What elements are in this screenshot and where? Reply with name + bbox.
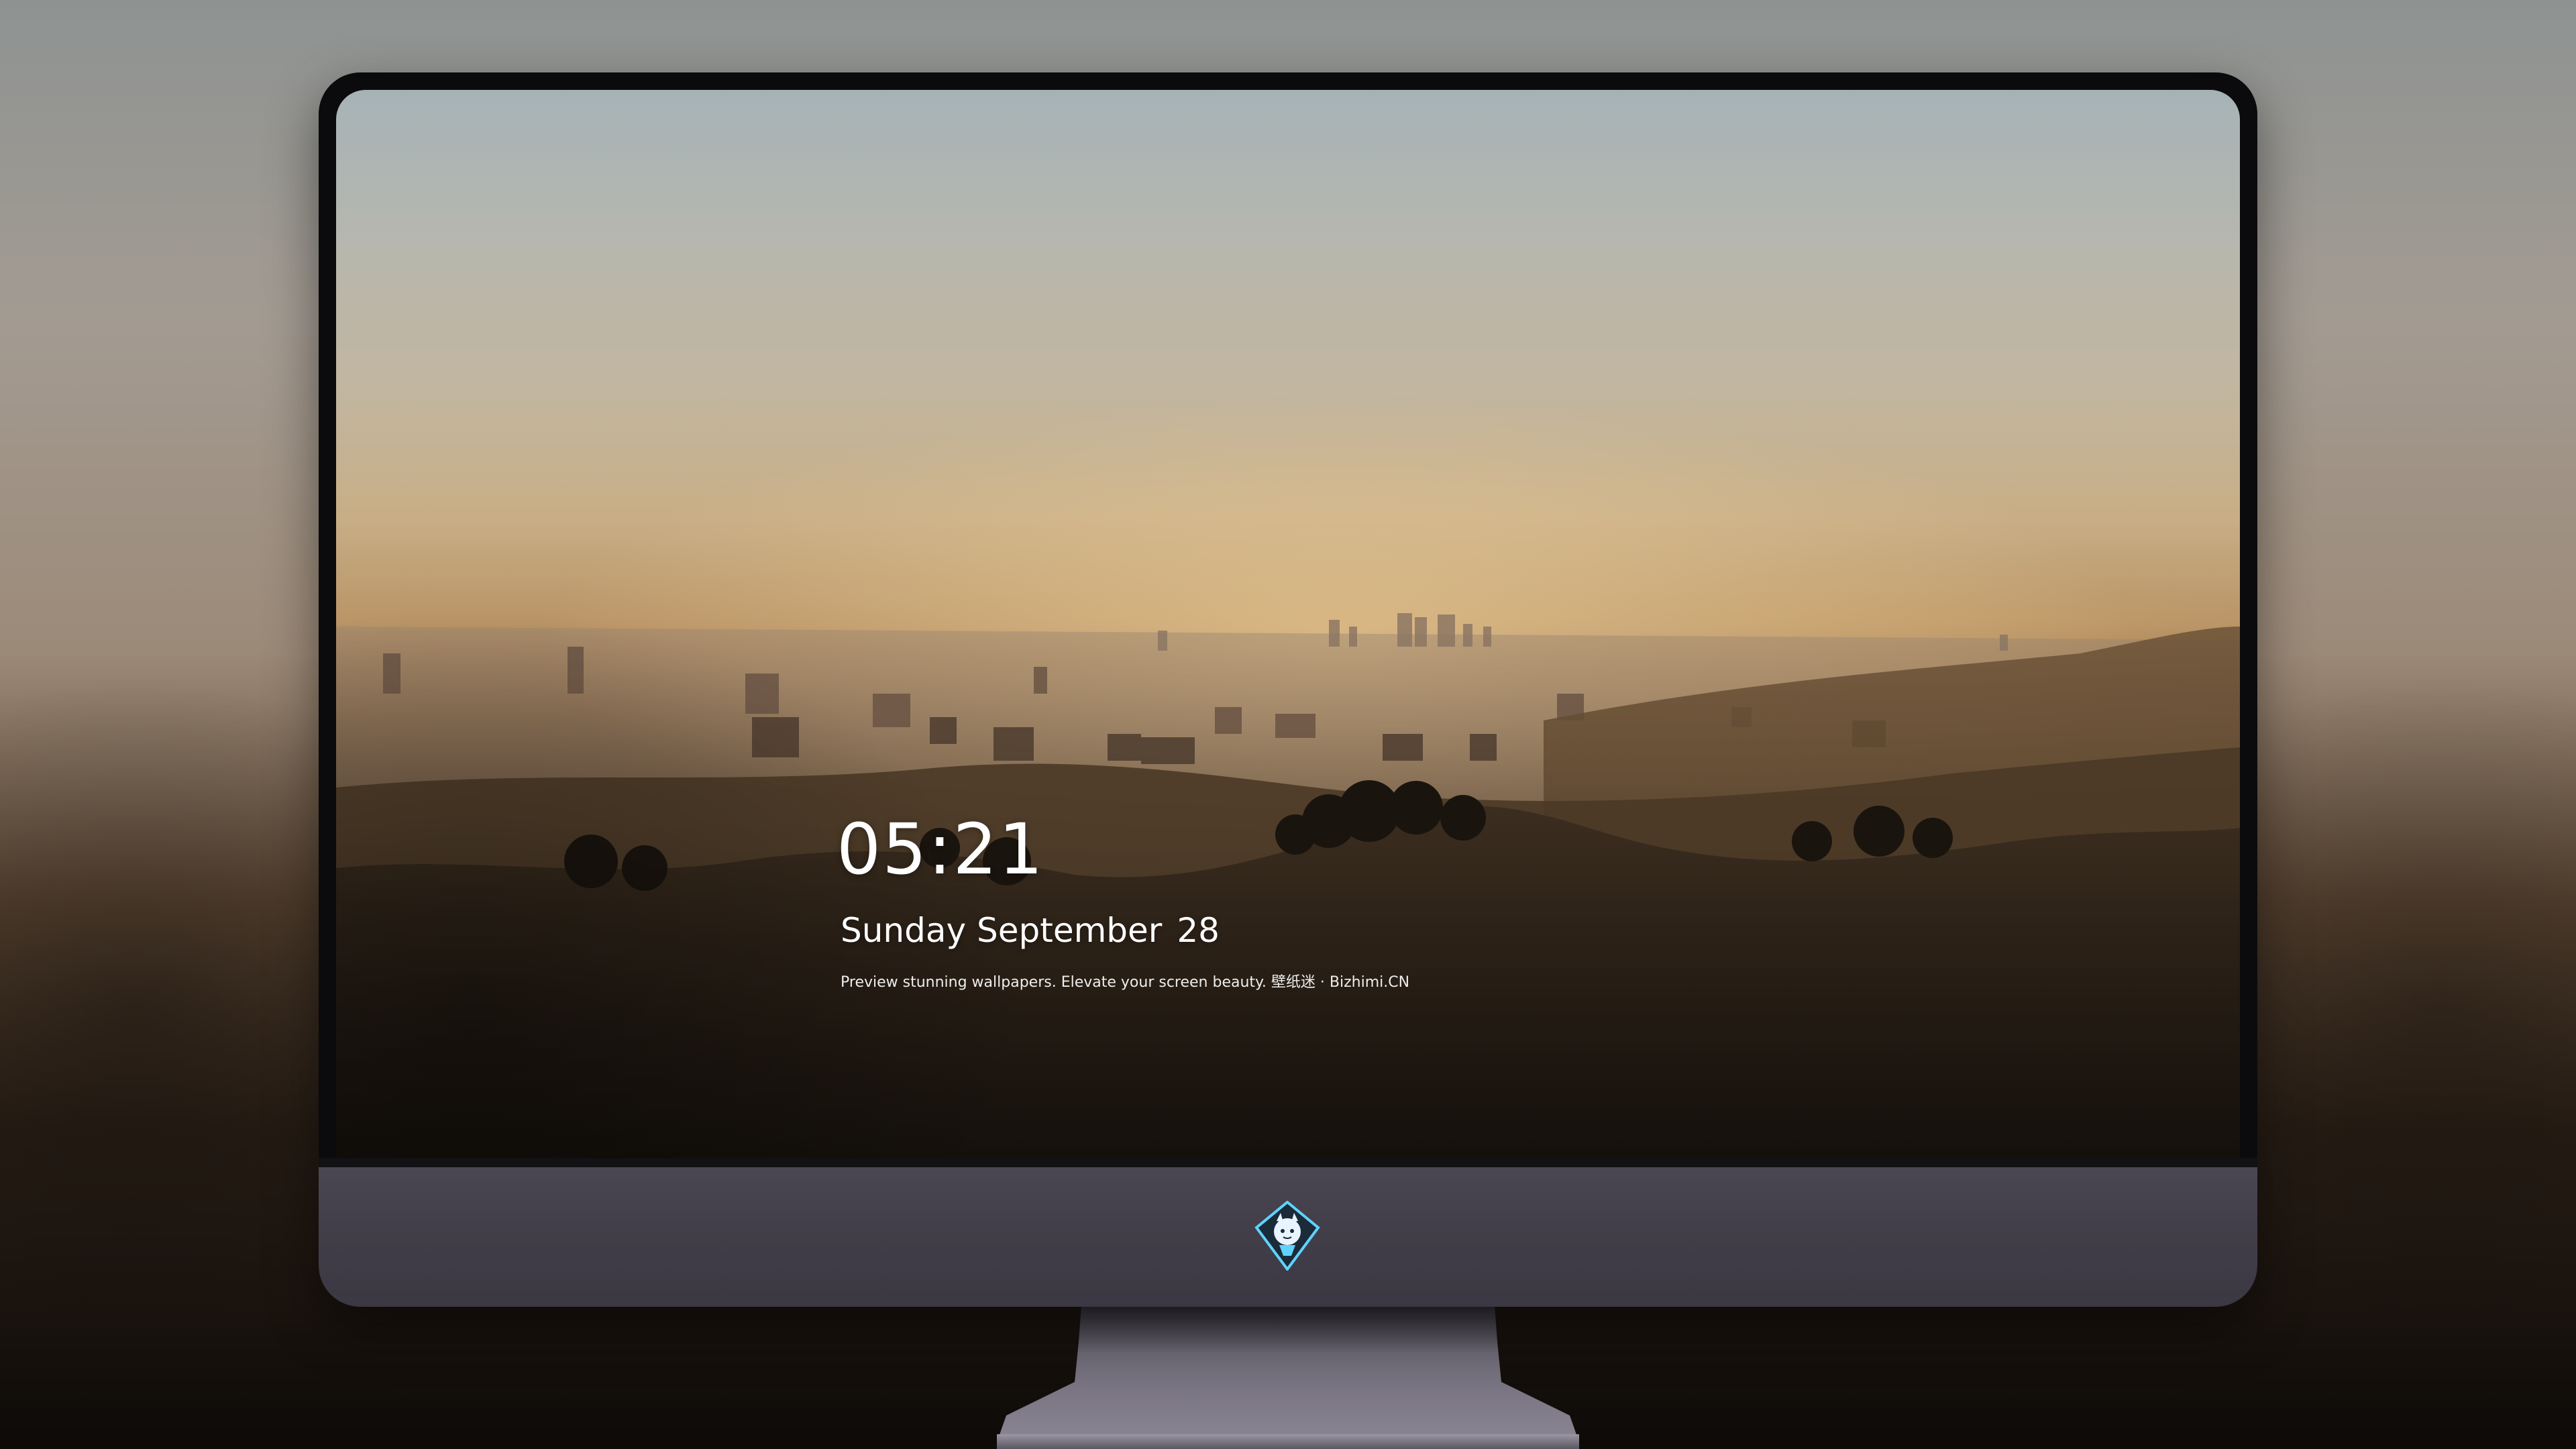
lockscreen-time: 05:21 [837, 808, 1044, 890]
lockscreen-tagline: Preview stunning wallpapers. Elevate you… [841, 974, 1410, 991]
monitor: 05:21 Sunday September 28 Preview stunnin… [319, 72, 2257, 1307]
desktop-background: 05:21 Sunday September 28 Preview stunnin… [0, 0, 2576, 1449]
chin-logo-icon [1254, 1201, 1320, 1271]
lockscreen-weekday-month: Sunday September [841, 911, 1163, 950]
screen-vignette [336, 90, 2240, 1158]
monitor-chin [319, 1158, 2257, 1307]
lock-screen: 05:21 Sunday September 28 Preview stunnin… [336, 90, 2240, 1158]
lockscreen-day: 28 [1177, 911, 1220, 950]
lockscreen-date: Sunday September 28 [841, 914, 1220, 947]
